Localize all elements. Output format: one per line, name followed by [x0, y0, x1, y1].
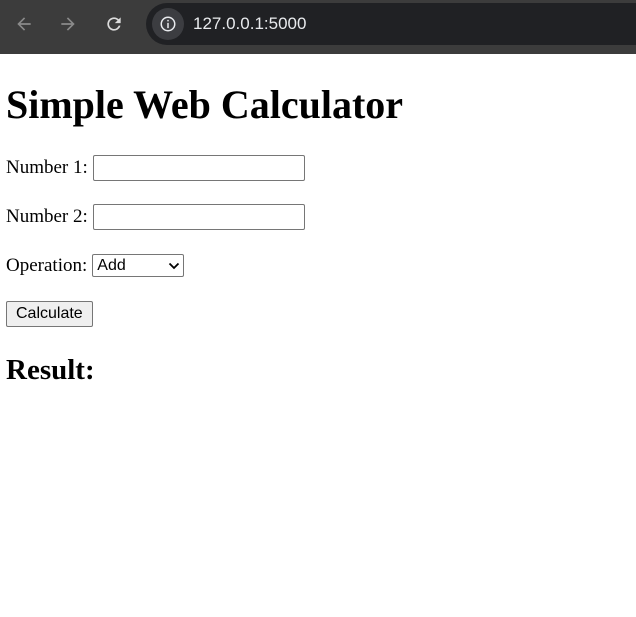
site-info-button[interactable] — [152, 8, 184, 40]
page-title: Simple Web Calculator — [6, 82, 404, 127]
operation-label: Operation: — [6, 254, 88, 276]
info-icon — [160, 16, 176, 32]
forward-button[interactable] — [54, 10, 82, 38]
operation-row: Operation: Add — [6, 254, 185, 277]
operation-selected-value: Add — [97, 257, 126, 274]
number2-input[interactable] — [92, 204, 305, 230]
reload-button[interactable] — [100, 10, 128, 38]
calculate-button[interactable]: Calculate — [6, 301, 93, 327]
url-text: 127.0.0.1:5000 — [193, 14, 307, 33]
arrow-right-icon — [61, 17, 75, 31]
number2-label: Number 2: — [6, 206, 88, 227]
result-heading: Result: — [6, 354, 95, 386]
operation-select[interactable]: Add — [92, 254, 185, 277]
address-bar[interactable]: 127.0.0.1:5000 — [146, 3, 636, 45]
chevron-down-icon — [169, 262, 180, 270]
number1-row: Number 1: — [6, 155, 305, 181]
number2-row: Number 2: — [6, 204, 305, 230]
back-button[interactable] — [10, 10, 38, 38]
number1-input[interactable] — [92, 155, 305, 181]
arrow-left-icon — [17, 17, 31, 31]
page-content: Simple Web Calculator Number 1: Number 2… — [0, 54, 636, 617]
reload-icon — [107, 17, 121, 31]
browser-toolbar: 127.0.0.1:5000 — [0, 0, 636, 54]
number1-label: Number 1: — [6, 157, 88, 178]
